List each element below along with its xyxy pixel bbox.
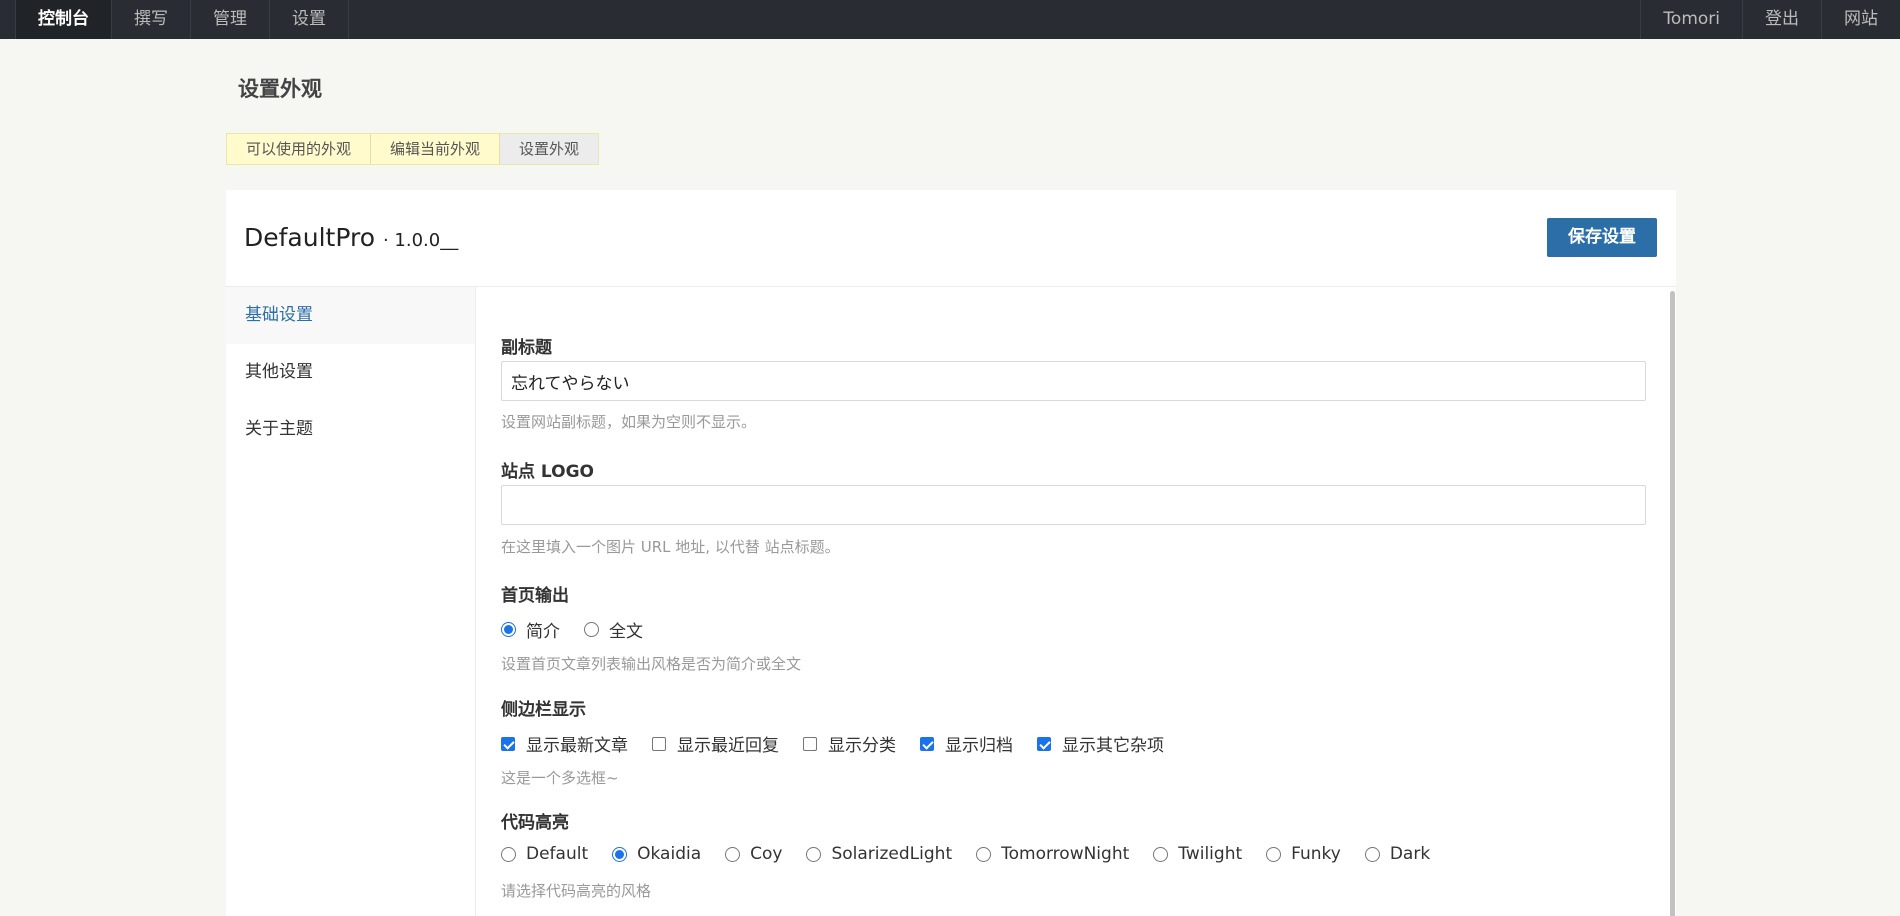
sidebar-display-label: 侧边栏显示 bbox=[501, 700, 586, 720]
logo-input[interactable] bbox=[501, 485, 1646, 525]
save-button[interactable]: 保存设置 bbox=[1547, 218, 1657, 257]
theme-version: · 1.0.0__ bbox=[382, 230, 459, 251]
code-style-option[interactable]: Dark bbox=[1364, 844, 1431, 864]
subtitle-label: 副标题 bbox=[501, 338, 552, 358]
home-output-option[interactable]: 简介 bbox=[501, 617, 560, 642]
nav-write[interactable]: 撰写 bbox=[112, 0, 191, 39]
nav-settings[interactable]: 设置 bbox=[270, 0, 349, 39]
code-style-option[interactable]: Funky bbox=[1266, 844, 1341, 864]
tab-available-themes[interactable]: 可以使用的外观 bbox=[227, 134, 372, 164]
settings-sidebar: 基础设置 其他设置 关于主题 bbox=[226, 287, 476, 916]
home-output-options: 简介 全文 bbox=[501, 617, 667, 642]
option-label: 显示最新文章 bbox=[526, 736, 628, 756]
sidebar-display-option[interactable]: 显示归档 bbox=[920, 731, 1013, 756]
code-highlight-label: 代码高亮 bbox=[501, 813, 569, 833]
option-label: TomorrowNight bbox=[1001, 844, 1130, 864]
radio-button[interactable] bbox=[725, 846, 741, 862]
option-label: Default bbox=[526, 844, 589, 864]
sidebar-display-option[interactable]: 显示最近回复 bbox=[652, 731, 779, 756]
option-label: Funky bbox=[1291, 844, 1341, 864]
home-output-hint: 设置首页文章列表输出风格是否为简介或全文 bbox=[501, 655, 802, 673]
radio-button[interactable] bbox=[612, 846, 628, 862]
checkbox[interactable] bbox=[1037, 736, 1051, 751]
option-label: SolarizedLight bbox=[831, 844, 953, 864]
card-header: DefaultPro · 1.0.0__ 保存设置 bbox=[226, 190, 1676, 287]
home-output-option[interactable]: 全文 bbox=[584, 617, 643, 642]
sidebar-display-hint: 这是一个多选框~ bbox=[501, 769, 619, 787]
subtitle-hint: 设置网站副标题，如果为空则不显示。 bbox=[501, 413, 757, 431]
sidebar-item-about[interactable]: 关于主题 bbox=[226, 401, 475, 458]
radio-button[interactable] bbox=[501, 846, 516, 862]
nav-left: 控制台 撰写 管理 设置 bbox=[0, 0, 349, 39]
theme-title: DefaultPro · 1.0.0__ bbox=[244, 223, 458, 252]
option-label: 全文 bbox=[609, 622, 643, 642]
checkbox[interactable] bbox=[920, 736, 934, 751]
radio-button[interactable] bbox=[501, 622, 516, 637]
radio-button[interactable] bbox=[976, 846, 992, 862]
home-output-label: 首页输出 bbox=[501, 586, 569, 606]
option-label: 显示最近回复 bbox=[677, 736, 779, 756]
option-label: 显示其它杂项 bbox=[1062, 736, 1164, 756]
code-highlight-options: Default Okaidia Coy SolarizedLight Tomor… bbox=[501, 844, 1454, 864]
subtitle-input[interactable] bbox=[501, 361, 1646, 401]
page-title: 设置外观 bbox=[238, 77, 322, 101]
code-style-option[interactable]: SolarizedLight bbox=[806, 844, 952, 864]
scrollbar-thumb[interactable] bbox=[1670, 291, 1675, 916]
sidebar-item-other[interactable]: 其他设置 bbox=[226, 344, 475, 401]
sidebar-display-option[interactable]: 显示其它杂项 bbox=[1037, 731, 1164, 756]
nav-site[interactable]: 网站 bbox=[1821, 0, 1900, 39]
sidebar-item-basic[interactable]: 基础设置 bbox=[226, 287, 475, 344]
code-style-option[interactable]: Okaidia bbox=[612, 844, 701, 864]
nav-dashboard[interactable]: 控制台 bbox=[15, 0, 112, 39]
nav-right: Tomori 登出 网站 bbox=[1640, 0, 1900, 39]
checkbox[interactable] bbox=[803, 736, 817, 751]
nav-manage[interactable]: 管理 bbox=[191, 0, 270, 39]
logo-hint: 在这里填入一个图片 URL 地址, 以代替 站点标题。 bbox=[501, 538, 840, 556]
tab-theme-settings[interactable]: 设置外观 bbox=[500, 134, 599, 164]
code-style-option[interactable]: Twilight bbox=[1153, 844, 1242, 864]
checkbox[interactable] bbox=[501, 736, 515, 751]
checkbox[interactable] bbox=[652, 736, 666, 751]
tab-edit-theme[interactable]: 编辑当前外观 bbox=[371, 134, 501, 164]
code-highlight-hint: 请选择代码高亮的风格 bbox=[501, 882, 652, 900]
option-label: Twilight bbox=[1178, 844, 1243, 864]
theme-tabs: 可以使用的外观 编辑当前外观 设置外观 bbox=[226, 133, 600, 165]
radio-button[interactable] bbox=[1153, 846, 1169, 862]
theme-name: DefaultPro bbox=[244, 223, 376, 252]
settings-card: DefaultPro · 1.0.0__ 保存设置 基础设置 其他设置 关于主题… bbox=[226, 190, 1676, 916]
option-label: Coy bbox=[750, 844, 783, 864]
option-label: Okaidia bbox=[637, 844, 702, 864]
nav-user[interactable]: Tomori bbox=[1640, 0, 1742, 39]
option-label: 显示分类 bbox=[828, 736, 896, 756]
code-style-option[interactable]: TomorrowNight bbox=[976, 844, 1129, 864]
option-label: Dark bbox=[1389, 844, 1431, 864]
sidebar-display-option[interactable]: 显示最新文章 bbox=[501, 731, 628, 756]
code-style-option[interactable]: Coy bbox=[725, 844, 782, 864]
sidebar-display-option[interactable]: 显示分类 bbox=[803, 731, 896, 756]
radio-button[interactable] bbox=[1364, 846, 1380, 862]
option-label: 简介 bbox=[526, 622, 560, 642]
sidebar-display-options: 显示最新文章 显示最近回复 显示分类 显示归档 显示其它杂项 bbox=[501, 731, 1188, 756]
top-nav: 控制台 撰写 管理 设置 Tomori 登出 网站 bbox=[0, 0, 1900, 39]
radio-button[interactable] bbox=[806, 846, 822, 862]
code-style-option[interactable]: Default bbox=[501, 844, 588, 864]
radio-button[interactable] bbox=[1266, 846, 1282, 862]
nav-logout[interactable]: 登出 bbox=[1742, 0, 1821, 39]
logo-label: 站点 LOGO bbox=[501, 462, 595, 482]
option-label: 显示归档 bbox=[945, 736, 1013, 756]
radio-button[interactable] bbox=[584, 622, 599, 637]
